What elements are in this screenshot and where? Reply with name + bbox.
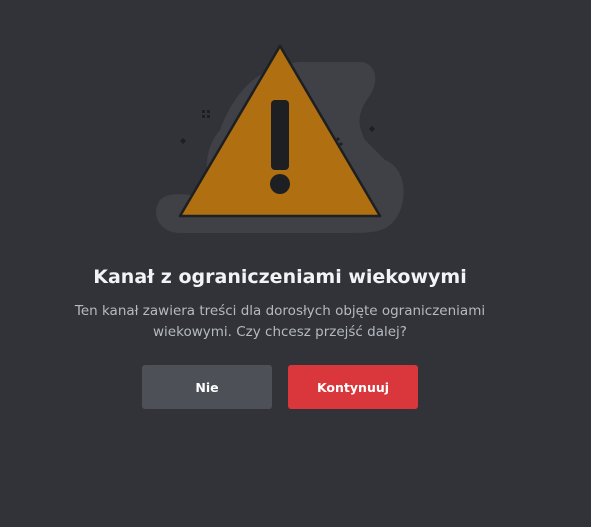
warning-triangle-icon	[156, 44, 404, 233]
exclamation-bar	[271, 100, 289, 170]
description-line-2: wiekowymi. Czy chcesz przejść dalej?	[153, 324, 407, 340]
decline-button-label: Nie	[195, 379, 219, 395]
description-line-1: Ten kanał zawiera treści dla dorosłych o…	[74, 303, 486, 319]
dialog-description: Ten kanał zawiera treści dla dorosłych o…	[60, 301, 500, 343]
continue-button[interactable]: Kontynuuj	[288, 365, 418, 409]
dialog-title: Kanał z ograniczeniami wiekowymi	[93, 266, 467, 288]
age-restriction-screen: Kanał z ograniczeniami wiekowymi Ten kan…	[0, 0, 591, 527]
exclamation-dot	[270, 174, 290, 194]
continue-button-label: Kontynuuj	[316, 379, 390, 395]
decline-button[interactable]: Nie	[142, 365, 272, 409]
